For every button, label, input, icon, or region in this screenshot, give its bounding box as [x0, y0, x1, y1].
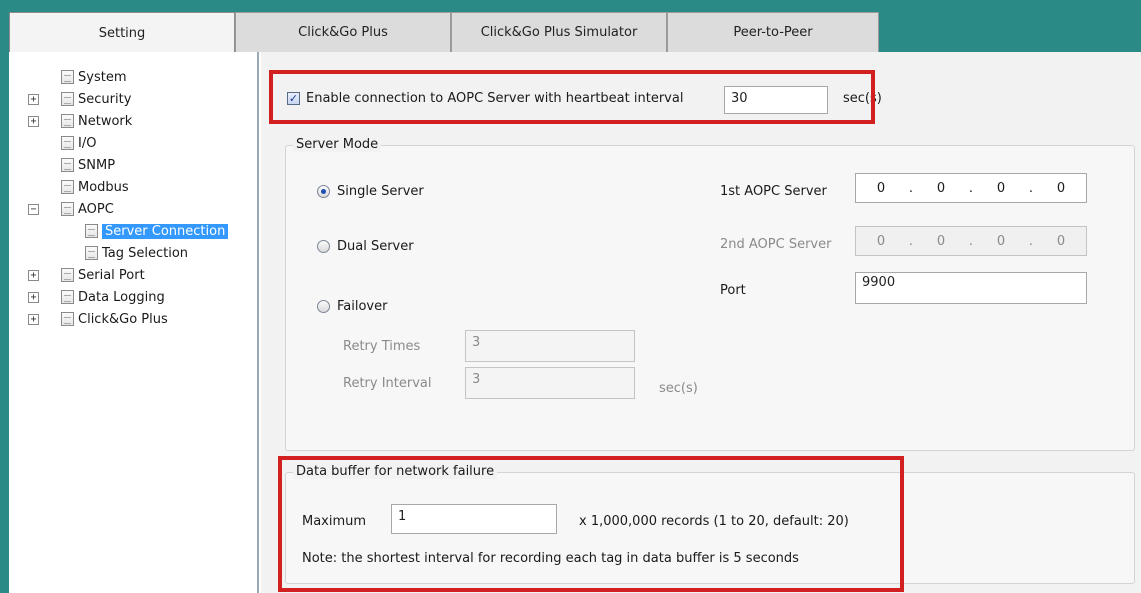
tree-item-modbus[interactable]: Modbus — [61, 176, 129, 198]
ip-octet: 0 — [996, 233, 1006, 249]
tree-item-label: Modbus — [78, 179, 129, 195]
tree-item-label: Security — [78, 91, 132, 107]
tab-label: Setting — [98, 26, 146, 41]
expand-plus-icon[interactable]: + — [28, 292, 39, 303]
tree-item-label: Click&Go Plus — [78, 311, 168, 327]
tab-label: Click&Go Plus Simulator — [480, 25, 638, 40]
settings-tree: System + Security + Network I/O SNMP Mod… — [9, 52, 259, 593]
document-icon — [61, 180, 74, 194]
tree-item-click-go-plus[interactable]: Click&Go Plus — [61, 308, 168, 330]
tree-item-snmp[interactable]: SNMP — [61, 154, 115, 176]
expand-plus-icon[interactable]: + — [28, 94, 39, 105]
second-server-label: 2nd AOPC Server — [720, 237, 832, 252]
failover-radio[interactable] — [317, 300, 330, 313]
tree-item-tag-selection[interactable]: Tag Selection — [85, 242, 188, 264]
expand-plus-icon[interactable]: + — [28, 116, 39, 127]
ip-octet: 0 — [936, 233, 946, 249]
ip-octet: 0 — [996, 180, 1006, 196]
document-icon — [61, 136, 74, 150]
dual-server-label: Dual Server — [337, 239, 414, 254]
tree-item-label: Serial Port — [78, 267, 145, 283]
ip-dot: . — [968, 233, 974, 249]
tree-item-label: System — [78, 69, 127, 85]
window-top-band — [0, 0, 1141, 12]
ip-octet: 0 — [936, 180, 946, 196]
tree-item-serial-port[interactable]: Serial Port — [61, 264, 145, 286]
tree-item-label: Tag Selection — [102, 245, 189, 261]
document-icon — [85, 246, 98, 260]
document-icon — [61, 290, 74, 304]
ip-octet: 0 — [1056, 233, 1066, 249]
tab-peer-to-peer[interactable]: Peer-to-Peer — [667, 12, 879, 52]
tree-item-network[interactable]: Network — [61, 110, 132, 132]
tab-click-go-plus[interactable]: Click&Go Plus — [235, 12, 451, 52]
second-server-ip-input[interactable]: 0. 0. 0. 0 — [855, 226, 1087, 256]
ip-octet: 0 — [876, 233, 886, 249]
document-icon — [61, 202, 74, 216]
document-icon — [61, 92, 74, 106]
retry-times-label: Retry Times — [343, 339, 421, 354]
expand-plus-icon[interactable]: + — [28, 314, 39, 325]
failover-label: Failover — [337, 299, 388, 314]
ip-dot: . — [1028, 233, 1034, 249]
tree-item-data-logging[interactable]: Data Logging — [61, 286, 165, 308]
ip-dot: . — [908, 180, 914, 196]
tree-item-label: AOPC — [78, 201, 114, 217]
tree-item-server-connection[interactable]: Server Connection — [85, 220, 229, 242]
tree-item-io[interactable]: I/O — [61, 132, 96, 154]
tab-label: Peer-to-Peer — [733, 25, 813, 40]
settings-content-panel: ✓ Enable connection to AOPC Server with … — [261, 52, 1141, 593]
document-icon — [61, 114, 74, 128]
server-mode-title: Server Mode — [293, 137, 382, 152]
tree-item-label: Network — [78, 113, 133, 129]
ip-dot: . — [908, 233, 914, 249]
highlight-heartbeat-box — [269, 70, 875, 124]
port-input[interactable]: 9900 — [855, 272, 1087, 304]
document-icon — [61, 312, 74, 326]
tab-click-go-plus-simulator[interactable]: Click&Go Plus Simulator — [451, 12, 667, 52]
tree-item-label: Data Logging — [78, 289, 165, 305]
retry-times-input[interactable]: 3 — [465, 330, 635, 362]
tree-item-aopc[interactable]: AOPC — [61, 198, 114, 220]
first-server-label: 1st AOPC Server — [720, 184, 827, 199]
tab-setting[interactable]: Setting — [9, 12, 235, 54]
ip-dot: . — [968, 180, 974, 196]
ip-octet: 0 — [1056, 180, 1066, 196]
ip-octet: 0 — [876, 180, 886, 196]
document-icon — [61, 268, 74, 282]
single-server-radio[interactable] — [317, 185, 330, 198]
document-icon — [85, 224, 98, 238]
document-icon — [61, 70, 74, 84]
tree-item-label: I/O — [78, 135, 97, 151]
retry-interval-label: Retry Interval — [343, 376, 432, 391]
tree-item-security[interactable]: Security — [61, 88, 131, 110]
tree-item-label: Server Connection — [102, 223, 229, 239]
tree-item-system[interactable]: System — [61, 66, 126, 88]
collapse-minus-icon[interactable]: − — [28, 204, 39, 215]
retry-interval-input[interactable]: 3 — [465, 367, 635, 399]
retry-interval-unit: sec(s) — [659, 381, 698, 396]
tree-item-label: SNMP — [78, 157, 116, 173]
ip-dot: . — [1028, 180, 1034, 196]
port-label: Port — [720, 283, 746, 298]
dual-server-radio[interactable] — [317, 240, 330, 253]
window-left-edge — [0, 0, 9, 593]
single-server-label: Single Server — [337, 184, 424, 199]
first-server-ip-input[interactable]: 0. 0. 0. 0 — [855, 173, 1087, 203]
highlight-buffer-box — [278, 456, 904, 592]
tab-label: Click&Go Plus — [298, 25, 388, 40]
expand-plus-icon[interactable]: + — [28, 270, 39, 281]
document-icon — [61, 158, 74, 172]
